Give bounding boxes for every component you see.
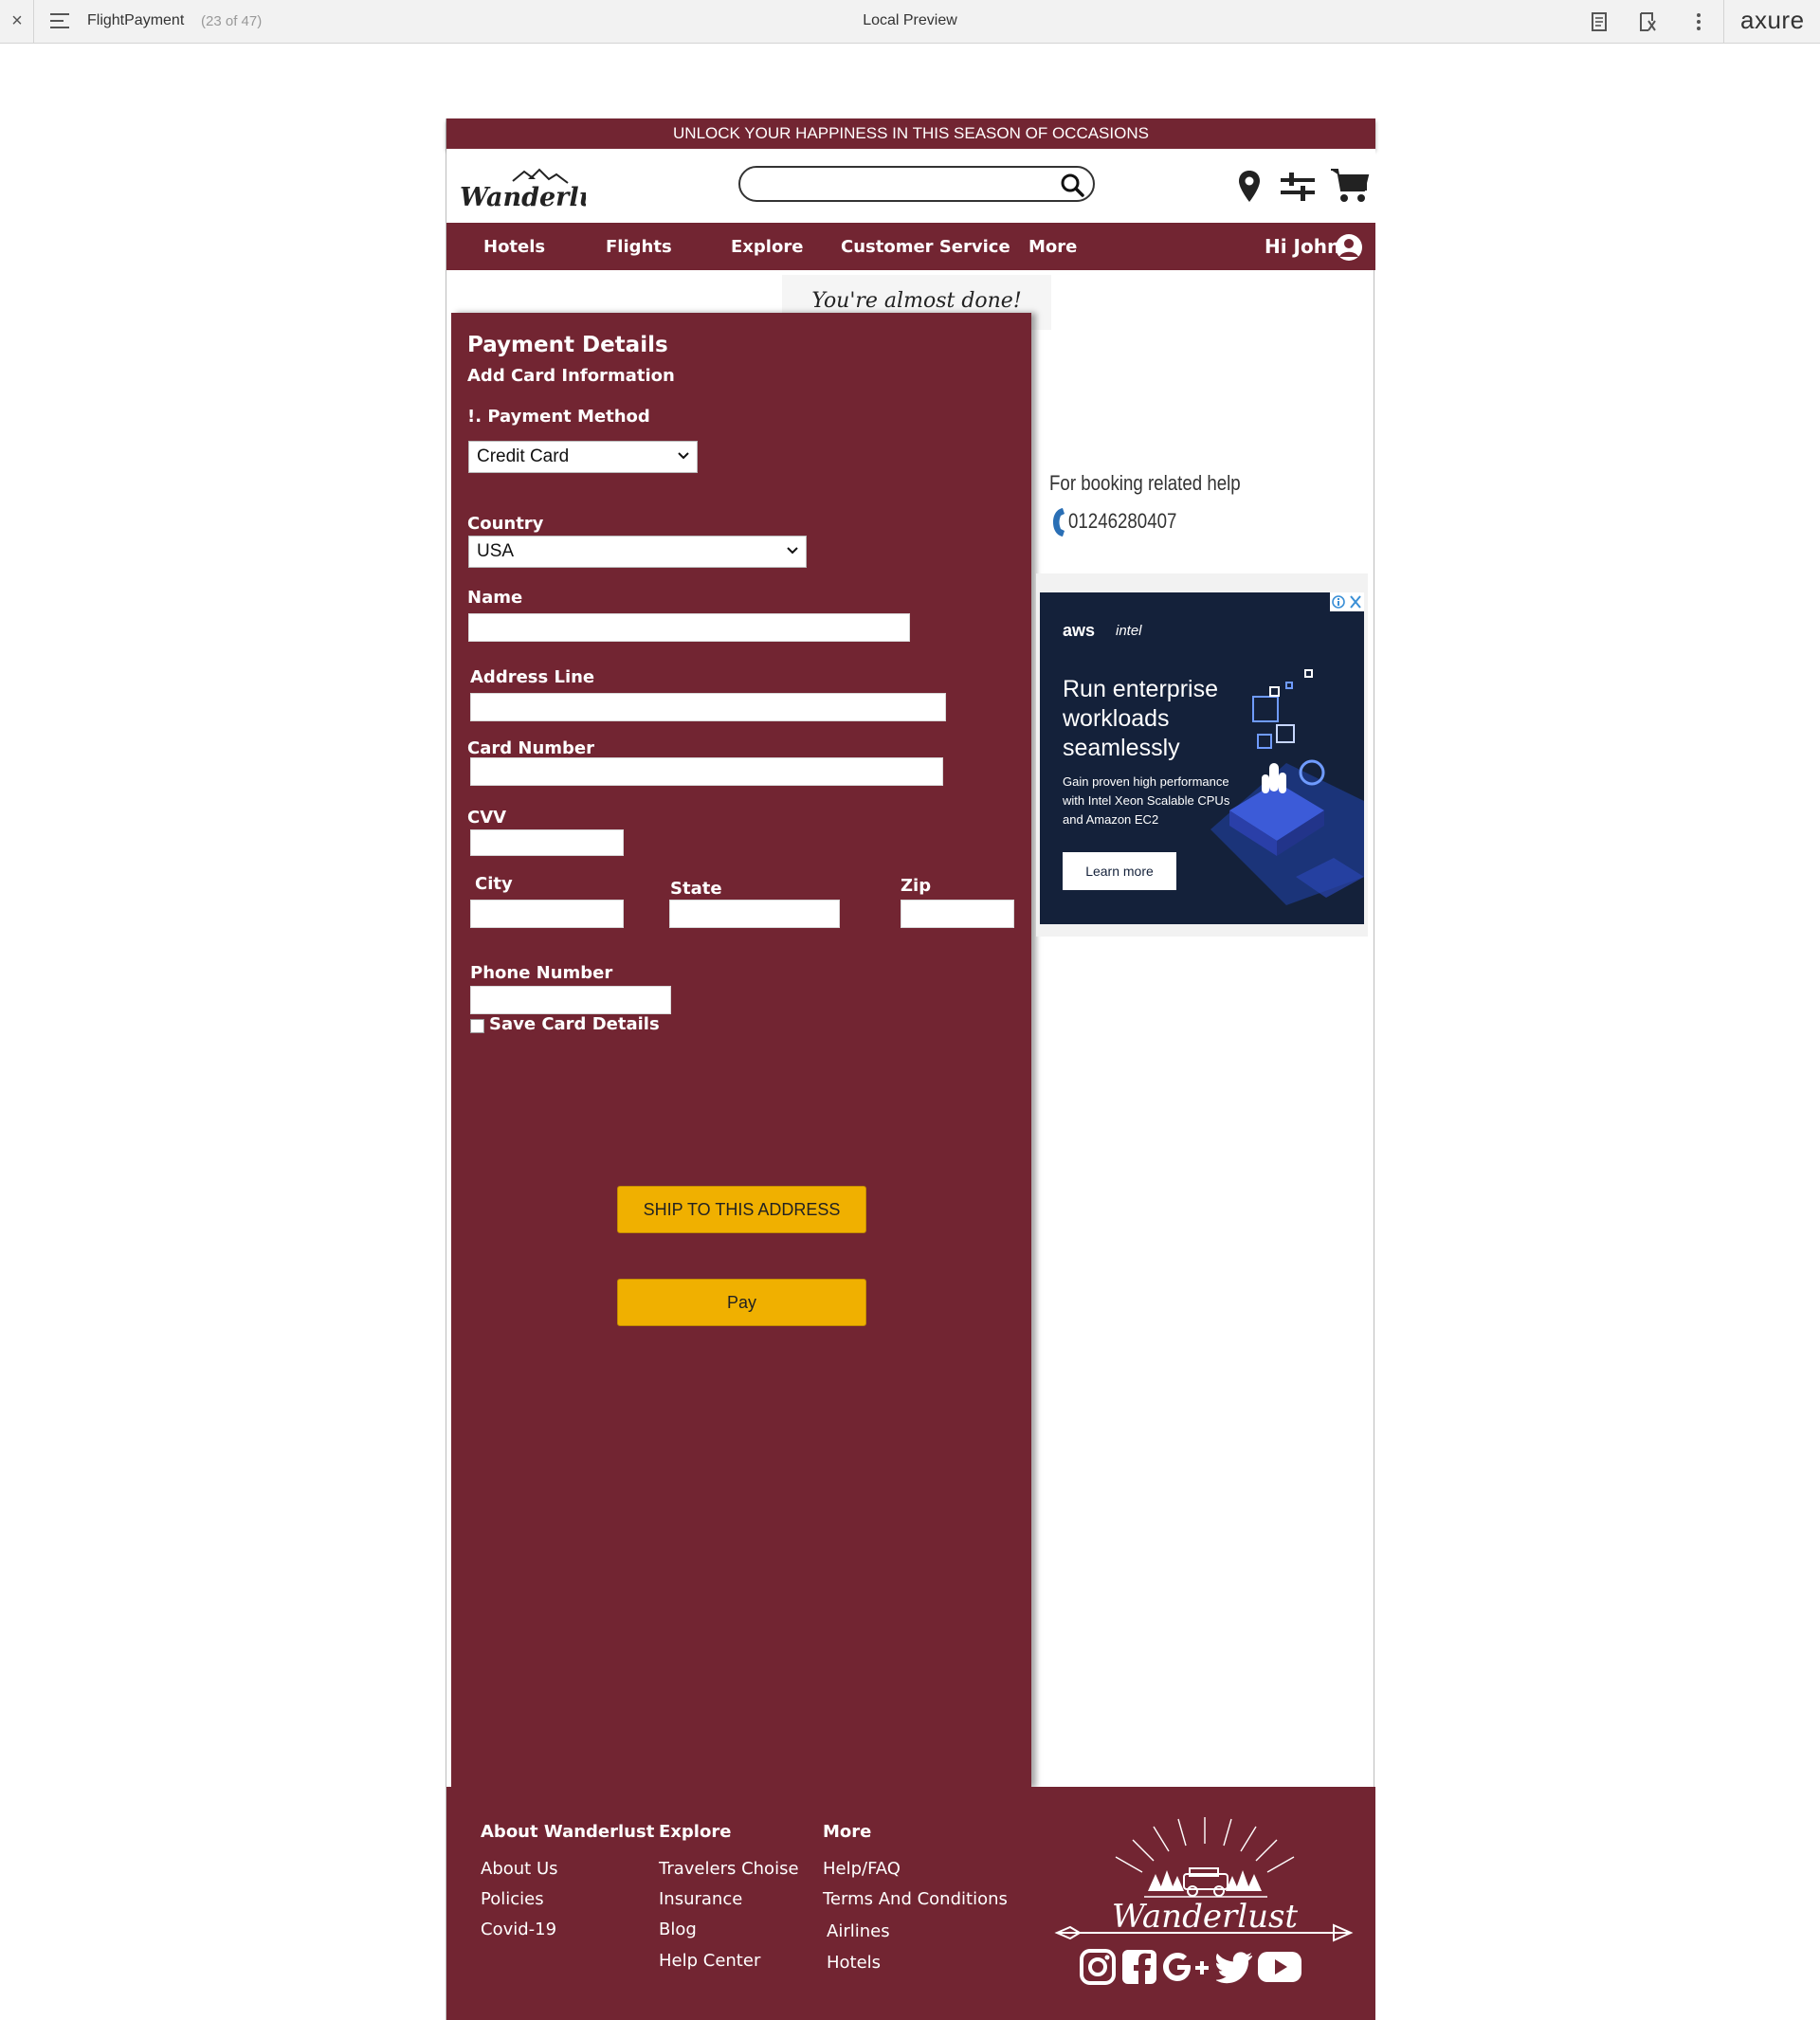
ad-container: aws intel Run enterprise workloads seaml… — [1036, 573, 1368, 937]
page-count: (23 of 47) — [201, 13, 263, 29]
cart-icon[interactable] — [1330, 166, 1370, 204]
city-label: City — [475, 874, 513, 894]
footer-link-blog[interactable]: Blog — [659, 1920, 697, 1939]
ad-choices-badge[interactable] — [1330, 592, 1364, 611]
chevron-down-icon — [678, 452, 689, 460]
nav-hotels[interactable]: Hotels — [483, 223, 545, 270]
main-nav: Hotels Flights Explore Customer Service … — [446, 223, 1375, 270]
chevron-down-icon — [787, 547, 798, 555]
card-number-label: Card Number — [467, 738, 594, 758]
ad-headline-2: workloads — [1063, 705, 1170, 732]
notes-icon[interactable] — [1587, 9, 1611, 34]
phone-label: Phone Number — [470, 963, 613, 983]
help-phone[interactable]: 01246280407 — [1068, 509, 1176, 534]
promo-banner: UNLOCK YOUR HAPPINESS IN THIS SEASON OF … — [446, 118, 1375, 149]
preview-title: Local Preview — [863, 12, 957, 28]
zip-label: Zip — [901, 876, 932, 896]
footer-link-help-center[interactable]: Help Center — [659, 1951, 760, 1971]
site-header: Wanderlust — [446, 149, 1375, 223]
footer-heading-more: More — [823, 1822, 872, 1842]
wanderlust-logo[interactable]: Wanderlust — [458, 166, 586, 211]
footer-logo-text: Wanderlust — [1112, 1898, 1299, 1936]
footer-link-insurance[interactable]: Insurance — [659, 1889, 742, 1909]
name-label: Name — [467, 588, 523, 608]
user-greeting[interactable]: Hi John — [1265, 223, 1340, 270]
footer-link-airlines[interactable]: Airlines — [827, 1921, 890, 1941]
divider — [33, 0, 34, 44]
phone-input[interactable] — [470, 986, 671, 1014]
youtube-icon[interactable] — [1257, 1948, 1302, 1986]
user-avatar-icon[interactable] — [1335, 233, 1363, 262]
state-label: State — [670, 879, 722, 899]
google-plus-icon[interactable] — [1161, 1948, 1210, 1986]
ad-body-3: and Amazon EC2 — [1063, 812, 1159, 827]
ad-headline-1: Run enterprise — [1063, 676, 1218, 702]
close-icon[interactable]: × — [8, 9, 27, 32]
address-label: Address Line — [470, 667, 595, 687]
footer-link-travelers-choise[interactable]: Travelers Choise — [659, 1859, 799, 1879]
payment-subtitle: Add Card Information — [467, 366, 675, 386]
inspect-icon[interactable] — [1635, 9, 1660, 34]
payment-method-value: Credit Card — [477, 446, 570, 466]
location-pin-icon[interactable] — [1238, 170, 1261, 204]
filter-icon[interactable] — [1280, 170, 1316, 204]
menu-icon[interactable] — [50, 13, 69, 28]
ad-info-icon — [1332, 595, 1361, 609]
page-name: FlightPayment — [87, 12, 185, 28]
footer-wanderlust-logo: Wanderlust — [1054, 1817, 1354, 1942]
axure-logo: axure — [1740, 6, 1805, 34]
footer-link-covid[interactable]: Covid-19 — [481, 1920, 556, 1939]
nav-explore[interactable]: Explore — [731, 223, 803, 270]
country-value: USA — [477, 541, 515, 561]
more-options-icon[interactable] — [1686, 9, 1711, 34]
nav-flights[interactable]: Flights — [606, 223, 672, 270]
axure-toolbar: × FlightPayment (23 of 47) Local Preview… — [0, 0, 1820, 44]
footer-link-about-us[interactable]: About Us — [481, 1859, 558, 1879]
name-input[interactable] — [468, 613, 910, 642]
search-input[interactable] — [738, 166, 1095, 202]
country-label: Country — [467, 514, 544, 534]
footer-heading-explore: Explore — [659, 1822, 732, 1842]
help-title: For booking related help — [1049, 471, 1241, 495]
nav-customer-service[interactable]: Customer Service — [841, 223, 1010, 270]
state-input[interactable] — [669, 900, 840, 928]
payment-panel: Payment Details Add Card Information !. … — [451, 313, 1031, 1788]
footer-heading-about: About Wanderlust — [481, 1822, 655, 1842]
address-input[interactable] — [470, 693, 946, 721]
twitter-icon[interactable] — [1216, 1948, 1254, 1986]
save-card-label: Save Card Details — [489, 1014, 660, 1034]
page-frame: UNLOCK YOUR HAPPINESS IN THIS SEASON OF … — [446, 118, 1375, 2020]
ad-learn-more-button[interactable]: Learn more — [1063, 852, 1176, 890]
card-number-input[interactable] — [470, 757, 943, 786]
logo-text: Wanderlust — [460, 183, 586, 211]
phone-icon — [1053, 508, 1065, 537]
cvv-label: CVV — [467, 808, 507, 828]
ship-to-address-button[interactable]: SHIP TO THIS ADDRESS — [617, 1186, 866, 1233]
divider — [1723, 0, 1724, 44]
site-footer: About Wanderlust About Us Policies Covid… — [446, 1787, 1375, 2020]
footer-link-help-faq[interactable]: Help/FAQ — [823, 1859, 901, 1879]
payment-title: Payment Details — [467, 333, 668, 357]
zip-input[interactable] — [901, 900, 1014, 928]
payment-method-label: !. Payment Method — [467, 407, 650, 427]
ad-banner[interactable]: aws intel Run enterprise workloads seaml… — [1040, 592, 1364, 924]
city-input[interactable] — [470, 900, 624, 928]
country-select[interactable]: USA — [468, 536, 807, 568]
ad-headline-3: seamlessly — [1063, 735, 1180, 761]
ad-body-2: with Intel Xeon Scalable CPUs — [1063, 793, 1230, 808]
save-card-checkbox[interactable] — [470, 1019, 484, 1033]
footer-link-policies[interactable]: Policies — [481, 1889, 544, 1909]
instagram-icon[interactable] — [1079, 1948, 1117, 1986]
cvv-input[interactable] — [470, 829, 624, 856]
facebook-icon[interactable] — [1120, 1948, 1158, 1986]
pay-button[interactable]: Pay — [617, 1279, 866, 1326]
payment-method-select[interactable]: Credit Card — [468, 441, 698, 473]
nav-more[interactable]: More — [1028, 223, 1077, 270]
footer-link-hotels[interactable]: Hotels — [827, 1953, 881, 1973]
ad-aws-logo: aws — [1063, 621, 1096, 640]
ad-intel-logo: intel — [1116, 623, 1142, 639]
ad-body-1: Gain proven high performance — [1063, 774, 1229, 789]
search-icon[interactable] — [1059, 172, 1085, 198]
footer-link-terms[interactable]: Terms And Conditions — [823, 1889, 1008, 1909]
